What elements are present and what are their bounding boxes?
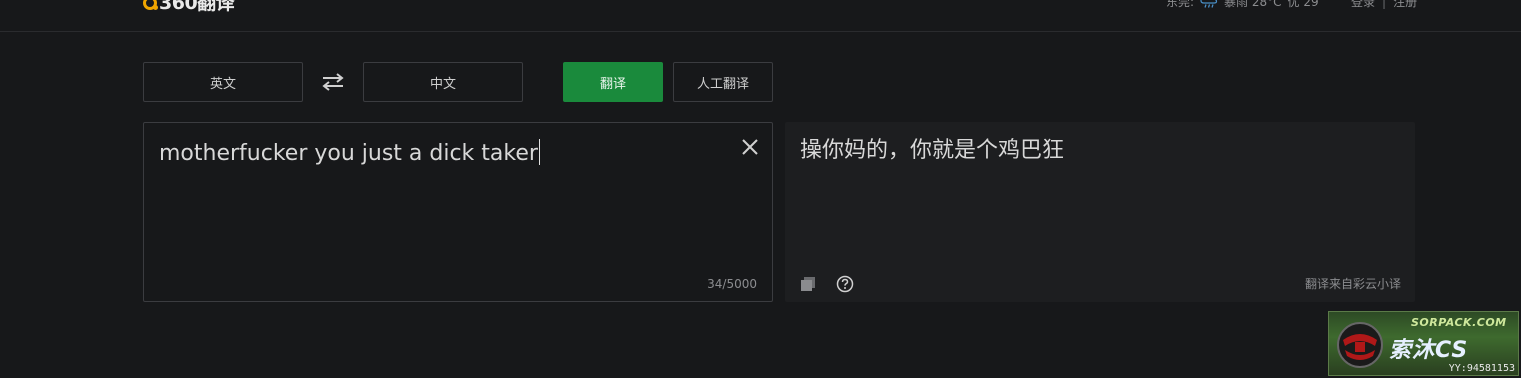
rain-cloud-icon (1200, 0, 1218, 9)
weather-city: 东莞: (1166, 0, 1195, 9)
logo-text: 360翻译 (159, 0, 235, 14)
human-translate-button[interactable]: 人工翻译 (673, 62, 773, 102)
target-language-select[interactable]: 中文 (363, 62, 523, 102)
copy-icon[interactable] (800, 276, 816, 292)
clear-icon[interactable] (740, 137, 760, 157)
auth-links: 登录 | 注册 (1351, 0, 1417, 10)
char-counter: 34/5000 (707, 277, 757, 291)
source-language-select[interactable]: 英文 (143, 62, 303, 102)
weather-widget: 东莞: 暴雨 28°C 优 29 (1166, 0, 1319, 10)
watermark-logo: 索沐CS (1389, 338, 1469, 363)
login-link[interactable]: 登录 (1351, 0, 1375, 10)
translation-source-note: 翻译来自彩云小译 (1304, 277, 1401, 291)
watermark-id: YY:94581153 (1448, 363, 1515, 374)
air-quality: 优 29 (1287, 0, 1319, 9)
site-logo[interactable]: 360翻译 (143, 0, 235, 14)
top-bar: 360翻译 东莞: 暴雨 28°C 优 29 登录 | 注册 (0, 0, 1521, 32)
auth-separator: | (1382, 0, 1387, 9)
translation-result-panel: 操你妈的，你就是个鸡巴狂 翻译来自彩云小译 (785, 122, 1415, 302)
source-text[interactable]: motherfucker you just a dick taker (159, 139, 540, 169)
logo-mark-icon (143, 0, 158, 10)
text-caret (538, 139, 540, 165)
translation-text: 操你妈的，你就是个鸡巴狂 (800, 138, 1065, 163)
watermark-site: SORPACK.COM (1411, 316, 1507, 329)
watermark-badge: SORPACK.COM 索沐CS YY:94581153 (1328, 311, 1519, 376)
help-icon[interactable] (836, 275, 854, 293)
weather-description: 暴雨 28°C (1224, 0, 1282, 9)
swap-languages-icon[interactable] (321, 72, 345, 92)
watermark-emblem-icon (1335, 320, 1385, 370)
source-text-area[interactable]: motherfucker you just a dick taker 34/50… (143, 122, 773, 302)
translate-button[interactable]: 翻译 (563, 62, 663, 102)
register-link[interactable]: 注册 (1393, 0, 1417, 10)
source-text-content: motherfucker you just a dick taker (159, 141, 538, 166)
